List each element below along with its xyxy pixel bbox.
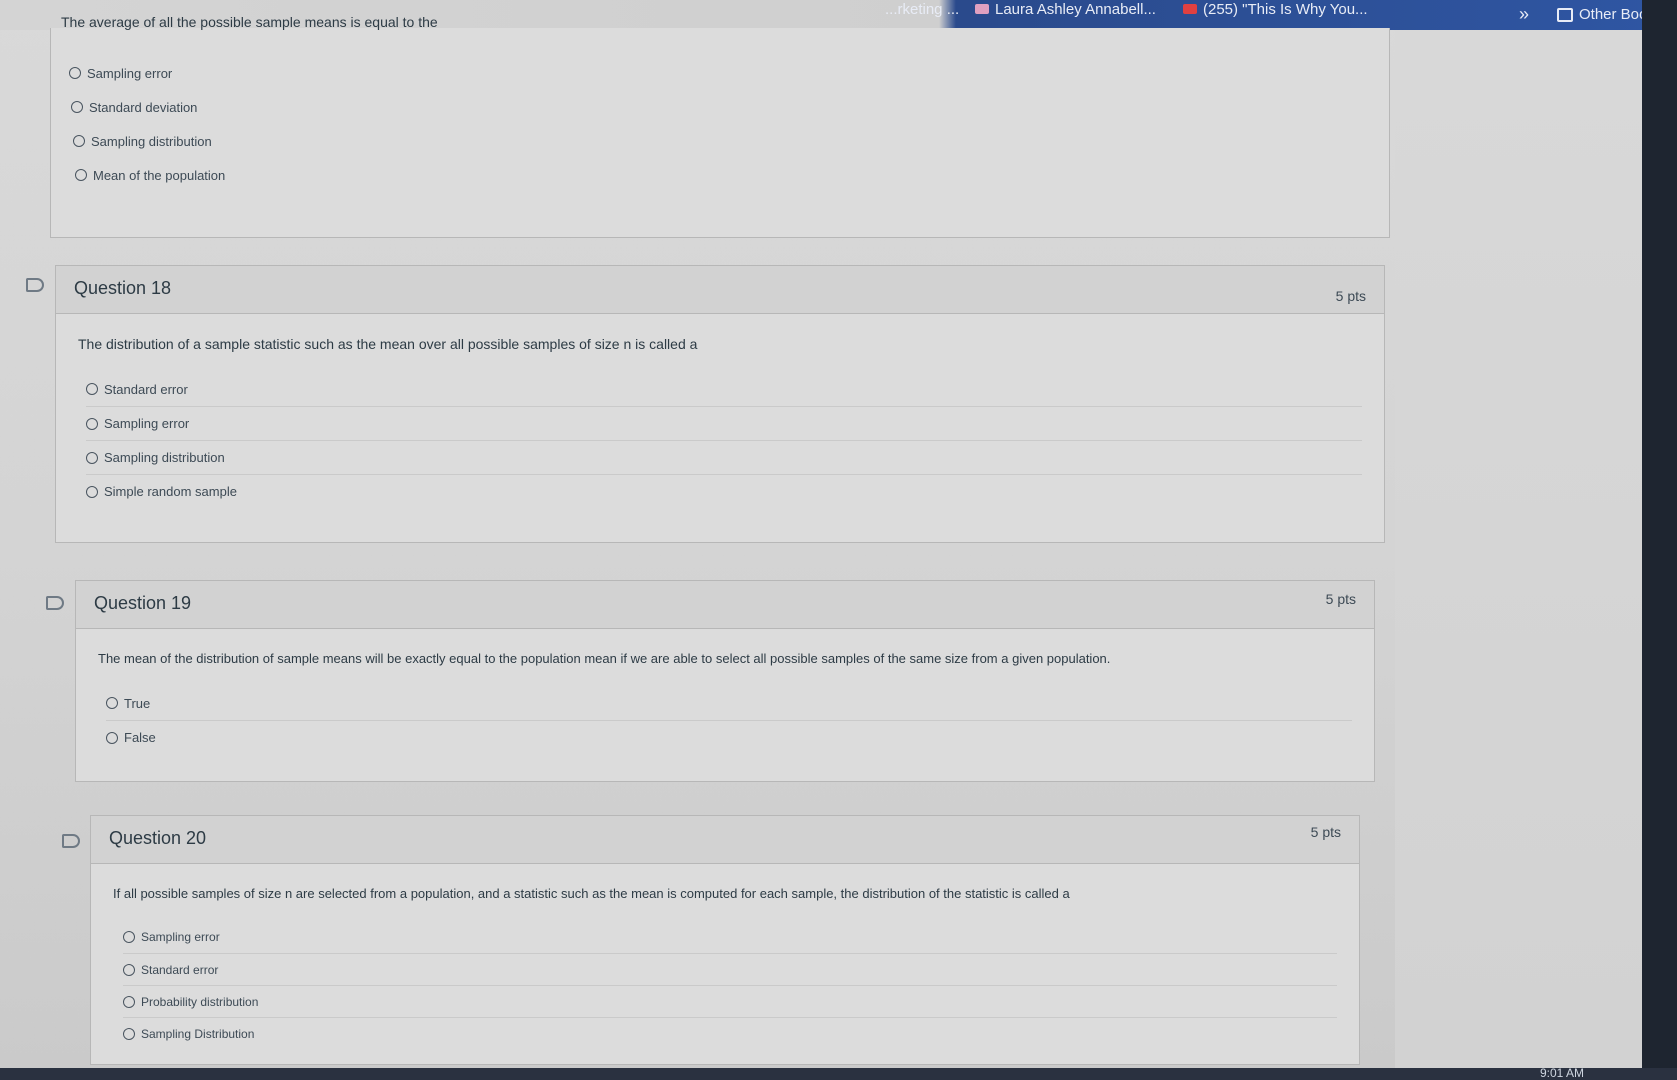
folder-icon [1557, 7, 1573, 22]
system-clock: 9:01 AM [1540, 1066, 1585, 1080]
screen-bezel [1642, 0, 1677, 1080]
question-points: 5 pts [1310, 824, 1341, 840]
question-header: Question 20 5 pts [91, 816, 1359, 864]
flag-question-icon[interactable] [26, 278, 44, 292]
question-points: 5 pts [1335, 288, 1366, 304]
answer-option[interactable]: Sampling Distribution [123, 1017, 1337, 1049]
bookmark-favicon-icon [975, 4, 989, 14]
radio-button[interactable] [71, 101, 83, 113]
radio-button[interactable] [86, 451, 98, 464]
question-title: Question 19 [94, 593, 192, 613]
radio-button[interactable] [73, 135, 85, 147]
answer-list: True False [98, 686, 1352, 754]
question-body: The mean of the distribution of sample m… [76, 629, 1374, 764]
question-body: If all possible samples of size n are se… [91, 864, 1359, 1059]
question-title: Question 18 [74, 278, 172, 298]
question-body: The distribution of a sample statistic s… [56, 314, 1384, 518]
answer-list: Sampling error Standard deviation Sampli… [69, 56, 669, 192]
answer-list: Standard error Sampling error Sampling d… [78, 372, 1362, 508]
radio-button[interactable] [75, 169, 87, 181]
answer-option[interactable]: Simple random sample [86, 474, 1362, 508]
question-text: The distribution of a sample statistic s… [78, 336, 698, 352]
bookmark-laura-ashley[interactable]: Laura Ashley Annabell... [975, 0, 1156, 18]
question-points: 5 pts [1325, 591, 1356, 607]
taskbar: 9:01 AM [0, 1066, 1677, 1080]
answer-option[interactable]: Sampling distribution [86, 440, 1362, 474]
bookmark-marketing[interactable]: ...rketing ... [885, 0, 959, 18]
question-text: The average of all the possible sample m… [61, 14, 438, 30]
radio-button[interactable] [123, 1027, 135, 1040]
answer-option[interactable]: Standard deviation [69, 90, 669, 124]
radio-button[interactable] [123, 995, 135, 1008]
radio-button[interactable] [69, 67, 81, 79]
youtube-icon [1183, 4, 1197, 14]
question-20: Question 20 5 pts If all possible sample… [90, 815, 1360, 1065]
radio-button[interactable] [123, 963, 135, 976]
answer-option[interactable]: Sampling distribution [69, 124, 669, 158]
answer-option[interactable]: Sampling error [69, 56, 669, 90]
flag-question-icon[interactable] [46, 596, 64, 610]
radio-button[interactable] [106, 731, 118, 744]
answer-option[interactable]: False [106, 720, 1352, 754]
radio-button[interactable] [86, 485, 98, 498]
answer-option[interactable]: Sampling error [86, 406, 1362, 440]
question-18: Question 18 5 pts The distribution of a … [55, 265, 1385, 543]
answer-option[interactable]: Sampling error [123, 921, 1337, 953]
radio-button[interactable] [106, 697, 118, 709]
question-text: The mean of the distribution of sample m… [98, 651, 1111, 666]
answer-option[interactable]: Standard error [123, 953, 1337, 985]
question-19: Question 19 5 pts The mean of the distri… [75, 580, 1375, 782]
question-text: If all possible samples of size n are se… [113, 886, 1070, 901]
question-header: Question 18 5 pts [56, 266, 1384, 314]
radio-button[interactable] [86, 383, 98, 395]
radio-button[interactable] [123, 931, 135, 943]
answer-option[interactable]: Standard error [86, 372, 1362, 406]
question-17: The average of all the possible sample m… [50, 14, 1390, 238]
question-title: Question 20 [109, 828, 207, 848]
question-header: Question 19 5 pts [76, 581, 1374, 629]
more-bookmarks-chevron-icon[interactable]: » [1519, 4, 1529, 25]
answer-list: Sampling error Standard error Probabilit… [113, 921, 1337, 1049]
answer-option[interactable]: Probability distribution [123, 985, 1337, 1017]
page-margin [1395, 30, 1677, 1070]
answer-option[interactable]: True [106, 686, 1352, 720]
radio-button[interactable] [86, 417, 98, 430]
flag-question-icon[interactable] [62, 834, 80, 848]
bookmark-youtube[interactable]: (255) "This Is Why You... [1183, 0, 1368, 18]
answer-option[interactable]: Mean of the population [69, 158, 669, 192]
